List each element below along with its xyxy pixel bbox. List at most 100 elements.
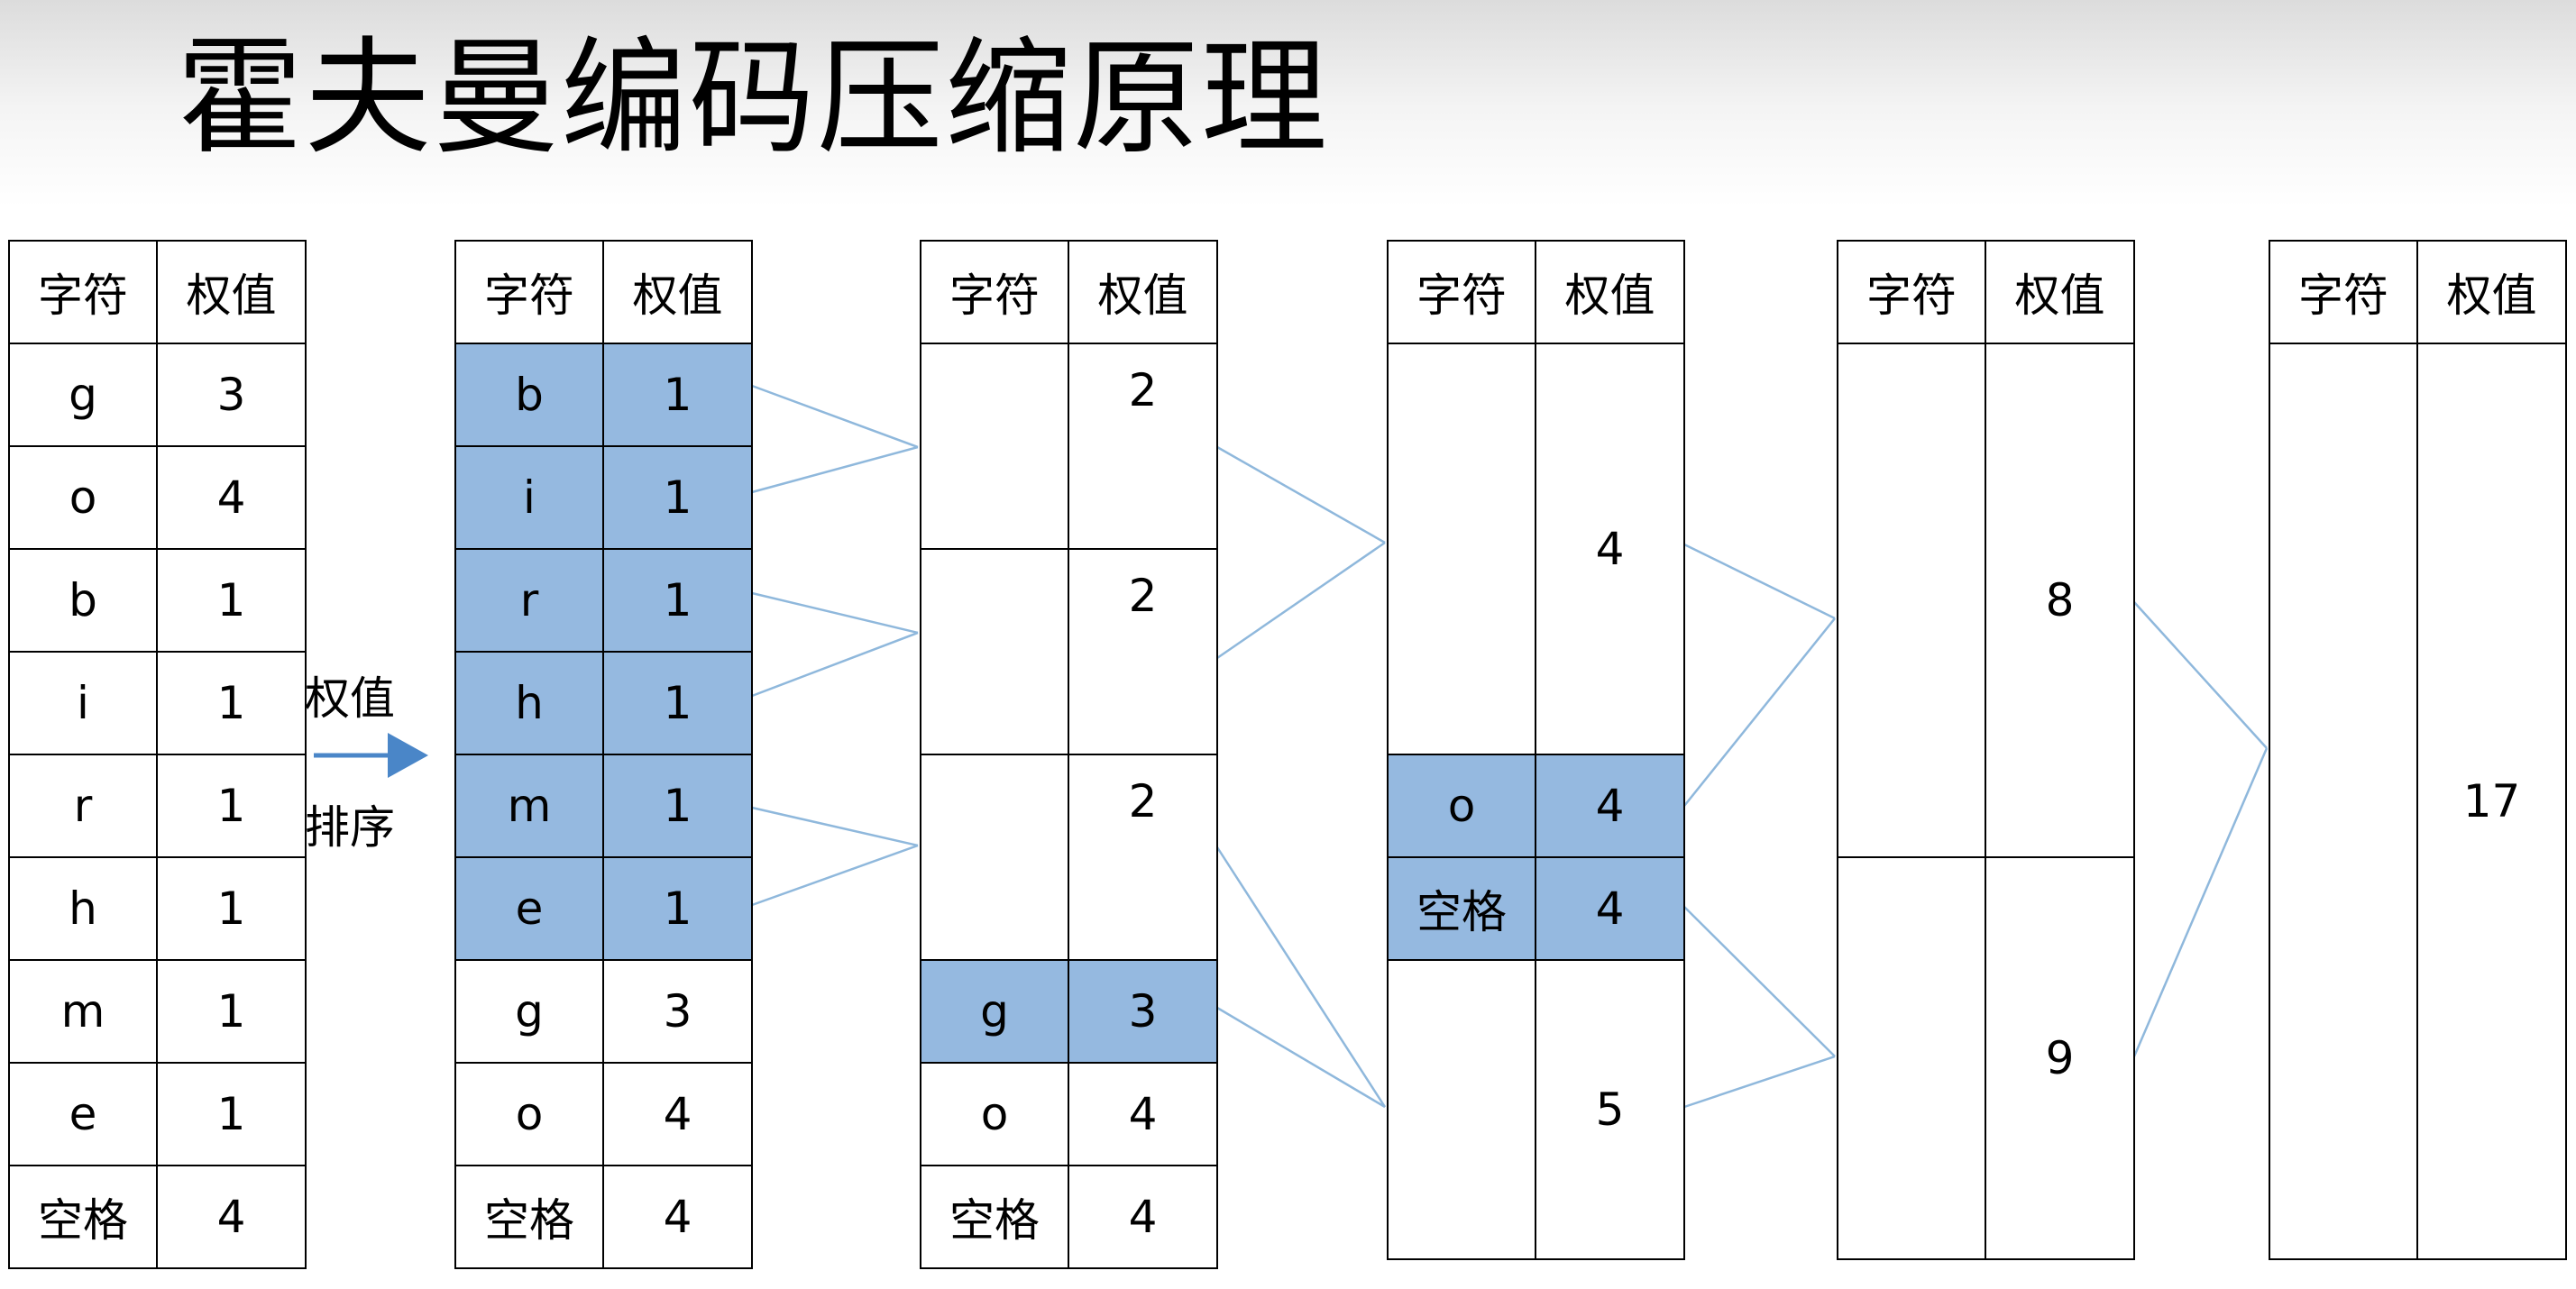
char-cell: o xyxy=(454,1062,604,1166)
header-char-cell-text: 字符 xyxy=(2298,270,2388,322)
header-char-cell: 字符 xyxy=(454,240,604,344)
header-weight-cell: 权值 xyxy=(602,240,753,344)
char-cell xyxy=(1387,343,1536,755)
weight-cell: 3 xyxy=(602,959,753,1064)
char-cell-text: i xyxy=(523,471,536,524)
char-cell-text: g xyxy=(980,985,1009,1038)
merge-link-line xyxy=(751,384,919,449)
merge-link-line xyxy=(751,631,919,698)
slide: 霍夫曼编码压缩原理 字符 权值 g 3 o 4 b 1 i 1 r 1 h 1 m 1 e 1 空格 4 字符 权值 b 1 i… xyxy=(0,0,2576,1289)
merge-link-line xyxy=(1216,1006,1386,1109)
char-cell: e xyxy=(8,1062,158,1166)
char-cell xyxy=(1837,343,1986,858)
merge-link-line xyxy=(751,445,919,494)
char-cell: i xyxy=(454,445,604,550)
header-weight-cell-text: 权值 xyxy=(2446,270,2537,322)
merge-link-line xyxy=(1683,543,1836,620)
merge-link-line xyxy=(2133,601,2268,749)
char-cell: r xyxy=(8,754,158,858)
weight-cell: 4 xyxy=(602,1062,753,1166)
weight-cell: 4 xyxy=(156,445,307,550)
header-weight-cell: 权值 xyxy=(1535,240,1685,344)
char-cell xyxy=(1387,959,1536,1260)
weight-cell-text: 1 xyxy=(216,677,246,729)
weight-cell-text: 4 xyxy=(1595,780,1625,832)
merge-link-line xyxy=(751,844,919,907)
weight-cell: 5 xyxy=(1535,959,1685,1260)
slide-title: 霍夫曼编码压缩原理 xyxy=(177,25,1330,172)
merge-link-line xyxy=(1683,906,1836,1057)
char-cell: m xyxy=(8,959,158,1064)
weight-cell-text: 3 xyxy=(663,985,692,1038)
weight-cell-text: 4 xyxy=(663,1088,692,1140)
char-cell xyxy=(920,343,1069,550)
char-cell: h xyxy=(454,651,604,755)
char-cell-text: g xyxy=(69,369,97,421)
weight-cell-text: 3 xyxy=(216,369,246,421)
weight-cell-text: 1 xyxy=(216,985,246,1038)
weight-cell: 4 xyxy=(156,1165,307,1269)
char-cell: r xyxy=(454,548,604,653)
weight-cell: 3 xyxy=(1068,959,1218,1064)
weight-cell-text: 4 xyxy=(216,1191,246,1243)
weight-cell-text: 8 xyxy=(2045,574,2075,626)
weight-cell: 1 xyxy=(602,754,753,858)
weight-cell-text: 3 xyxy=(1128,985,1158,1038)
char-cell-text: o xyxy=(980,1088,1009,1140)
header-char-cell-text: 字符 xyxy=(949,270,1040,322)
weight-cell-text: 17 xyxy=(2462,775,2521,827)
weight-cell-text: 1 xyxy=(663,882,692,935)
weight-cell-text: 1 xyxy=(216,574,246,626)
char-cell-text: o xyxy=(515,1088,544,1140)
char-cell-text: m xyxy=(507,780,552,832)
weight-cell-text: 5 xyxy=(1595,1083,1625,1136)
weight-cell-text: 2 xyxy=(1128,364,1158,416)
header-char-cell: 字符 xyxy=(8,240,158,344)
merge-link-line xyxy=(1683,1055,1836,1109)
arrow-label-bottom: 排序 xyxy=(305,801,395,854)
weight-cell: 1 xyxy=(156,856,307,961)
header-weight-cell: 权值 xyxy=(2416,240,2567,344)
header-weight-cell-text: 权值 xyxy=(1097,270,1188,322)
char-cell: m xyxy=(454,754,604,858)
merge-link-line xyxy=(751,806,919,847)
char-cell-text: 空格 xyxy=(949,1194,1040,1247)
weight-cell-text: 4 xyxy=(1128,1191,1158,1243)
header-char-cell-text: 字符 xyxy=(1416,270,1507,322)
char-cell-text: 空格 xyxy=(484,1194,574,1247)
weight-cell-text: 4 xyxy=(1595,523,1625,575)
char-cell-text: r xyxy=(73,780,93,832)
weight-cell: 4 xyxy=(1535,343,1685,755)
char-cell: h xyxy=(8,856,158,961)
arrow-label-top: 权值 xyxy=(305,672,395,725)
weight-cell-text: 1 xyxy=(216,1088,246,1140)
header-weight-cell-text: 权值 xyxy=(186,270,277,322)
header-char-cell: 字符 xyxy=(920,240,1069,344)
merge-link-line xyxy=(751,591,919,635)
char-cell: g xyxy=(920,959,1069,1064)
merge-links xyxy=(314,384,2269,1109)
merge-link-line xyxy=(1683,617,1836,807)
char-cell: g xyxy=(454,959,604,1064)
char-cell xyxy=(920,548,1069,755)
char-cell-text: e xyxy=(69,1088,97,1140)
weight-cell: 3 xyxy=(156,343,307,447)
weight-cell: 1 xyxy=(602,651,753,755)
weight-cell-text: 4 xyxy=(1595,882,1625,935)
weight-cell: 1 xyxy=(156,548,307,653)
char-cell-text: b xyxy=(515,369,544,421)
weight-cell: 17 xyxy=(2416,343,2567,1260)
char-cell: 空格 xyxy=(454,1165,604,1269)
weight-cell: 1 xyxy=(156,754,307,858)
weight-cell: 4 xyxy=(1535,856,1685,961)
char-cell xyxy=(2269,343,2418,1260)
char-cell: e xyxy=(454,856,604,961)
header-weight-cell-text: 权值 xyxy=(1564,270,1655,322)
char-cell-text: 空格 xyxy=(1416,886,1507,938)
merge-link-line xyxy=(1216,445,1386,544)
weight-cell: 2 xyxy=(1068,754,1218,961)
weight-cell-text: 4 xyxy=(663,1191,692,1243)
header-weight-cell: 权值 xyxy=(1985,240,2135,344)
weight-cell: 4 xyxy=(602,1165,753,1269)
header-char-cell-text: 字符 xyxy=(38,270,128,322)
